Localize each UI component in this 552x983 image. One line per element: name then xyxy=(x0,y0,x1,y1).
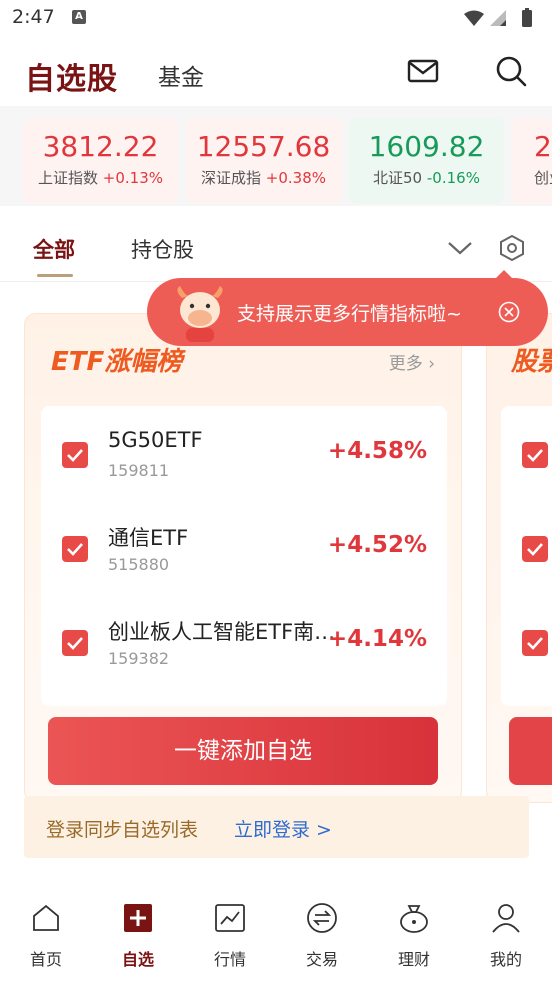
watchlist-tabs: 全部 持仓股 xyxy=(0,206,552,282)
bottom-nav: 首页 自选 行情 交易 理财 我的 xyxy=(0,888,552,983)
checkbox-checked-icon[interactable] xyxy=(62,536,88,562)
index-card-sz[interactable]: 12557.68 深证成指 +0.38% xyxy=(186,118,341,204)
tooltip-arrow xyxy=(495,270,513,279)
etf-change: +4.58% xyxy=(327,438,427,464)
home-icon xyxy=(33,904,59,931)
index-value: 12557.68 xyxy=(196,130,331,163)
chevron-down-icon[interactable] xyxy=(447,240,473,256)
login-now-link[interactable]: 立即登录 > xyxy=(234,815,332,842)
status-time: 2:47 xyxy=(12,6,55,28)
etf-name: 创业板人工智能ETF南… xyxy=(108,620,336,644)
cow-mascot-icon xyxy=(177,286,223,342)
system-status-icons xyxy=(464,8,532,27)
index-card-sh[interactable]: 3812.22 上证指数 +0.13% xyxy=(23,118,178,204)
nav-profile[interactable]: 我的 xyxy=(460,888,552,978)
login-sync-text: 登录同步自选列表 xyxy=(46,819,199,841)
etf-list: 5G50ETF 159811 +4.58% 通信ETF 515880 +4.52… xyxy=(41,406,447,706)
index-label: 北证50 -0.16% xyxy=(373,169,480,187)
mail-icon[interactable] xyxy=(406,54,440,88)
tab-underline xyxy=(37,274,73,277)
tab-all[interactable]: 全部 xyxy=(33,234,75,264)
nav-label: 交易 xyxy=(305,950,338,969)
index-label: 创业 xyxy=(534,169,552,187)
list-item[interactable]: 通信ETF 515880 +4.52% xyxy=(41,500,447,594)
nav-home[interactable]: 首页 xyxy=(0,888,92,978)
index-value: 3812.22 xyxy=(42,130,159,163)
nav-label: 我的 xyxy=(489,950,522,969)
checkbox-checked-icon[interactable] xyxy=(522,630,548,656)
nav-wealth[interactable]: 理财 xyxy=(368,888,460,978)
nav-label: 理财 xyxy=(397,950,430,969)
watchlist-plus-icon xyxy=(124,904,152,932)
login-sync-banner[interactable]: 登录同步自选列表 立即登录 > xyxy=(24,796,529,858)
index-label: 上证指数 +0.13% xyxy=(37,169,164,187)
add-all-watchlist-button[interactable]: 一键添加自选 xyxy=(48,717,438,785)
index-ticker-row[interactable]: 3812.22 上证指数 +0.13% 12557.68 深证成指 +0.38%… xyxy=(0,106,552,206)
nav-trade[interactable]: 交易 xyxy=(276,888,368,978)
checkbox-checked-icon[interactable] xyxy=(62,630,88,656)
card-title: ETF涨幅榜 xyxy=(51,347,183,377)
etf-name: 5G50ETF xyxy=(108,428,203,452)
nav-label: 行情 xyxy=(213,950,246,969)
app-header: 自选股 基金 xyxy=(0,36,552,106)
status-bar: 2:47 A xyxy=(0,0,552,36)
checkbox-checked-icon[interactable] xyxy=(522,442,548,468)
list-item[interactable]: 5G50ETF 159811 +4.58% xyxy=(41,406,447,500)
etf-change: +4.52% xyxy=(327,532,427,558)
close-icon[interactable] xyxy=(498,301,520,323)
etf-code: 159382 xyxy=(108,649,170,668)
notification-icon: A xyxy=(72,10,86,24)
index-value: 2 xyxy=(534,130,552,163)
etf-code: 159811 xyxy=(108,461,170,480)
trade-exchange-icon xyxy=(307,903,337,933)
card-title: 股票 xyxy=(511,347,552,377)
etf-name: 通信ETF xyxy=(108,526,189,550)
tooltip-text: 支持展示更多行情指标啦~ xyxy=(237,303,462,325)
tab-holdings[interactable]: 持仓股 xyxy=(131,234,194,264)
checkbox-checked-icon[interactable] xyxy=(522,536,548,562)
etf-gainers-card: ETF涨幅榜 更多 › 5G50ETF 159811 +4.58% 通信ETF … xyxy=(24,313,462,803)
settings-hexagon-icon[interactable] xyxy=(498,234,526,262)
list-item[interactable]: 创业板人工智能ETF南… 159382 +4.14% xyxy=(41,594,447,688)
etf-change: +4.14% xyxy=(327,626,427,652)
market-chart-icon xyxy=(215,904,245,932)
nav-label: 自选 xyxy=(121,950,154,969)
search-icon[interactable] xyxy=(494,54,528,88)
checkbox-checked-icon[interactable] xyxy=(62,442,88,468)
stock-list-partial xyxy=(501,406,552,706)
nav-watchlist[interactable]: 自选 xyxy=(92,888,184,978)
index-value: 1609.82 xyxy=(368,130,485,163)
etf-code: 515880 xyxy=(108,555,170,574)
more-link[interactable]: 更多 › xyxy=(389,349,435,374)
stock-card-partial[interactable]: 股票 xyxy=(486,313,552,803)
index-label: 深证成指 +0.38% xyxy=(200,169,327,187)
wealth-bag-icon xyxy=(400,905,428,933)
profile-icon xyxy=(492,904,520,933)
nav-market[interactable]: 行情 xyxy=(184,888,276,978)
add-all-watchlist-button[interactable] xyxy=(509,717,552,785)
page-title[interactable]: 自选股 xyxy=(25,54,118,98)
nav-label: 首页 xyxy=(29,950,62,969)
tab-fund[interactable]: 基金 xyxy=(158,58,204,92)
feature-tooltip: 支持展示更多行情指标啦~ xyxy=(147,270,548,346)
index-card-cy[interactable]: 2 创业 xyxy=(512,118,552,204)
index-card-bz[interactable]: 1609.82 北证50 -0.16% xyxy=(349,118,504,204)
